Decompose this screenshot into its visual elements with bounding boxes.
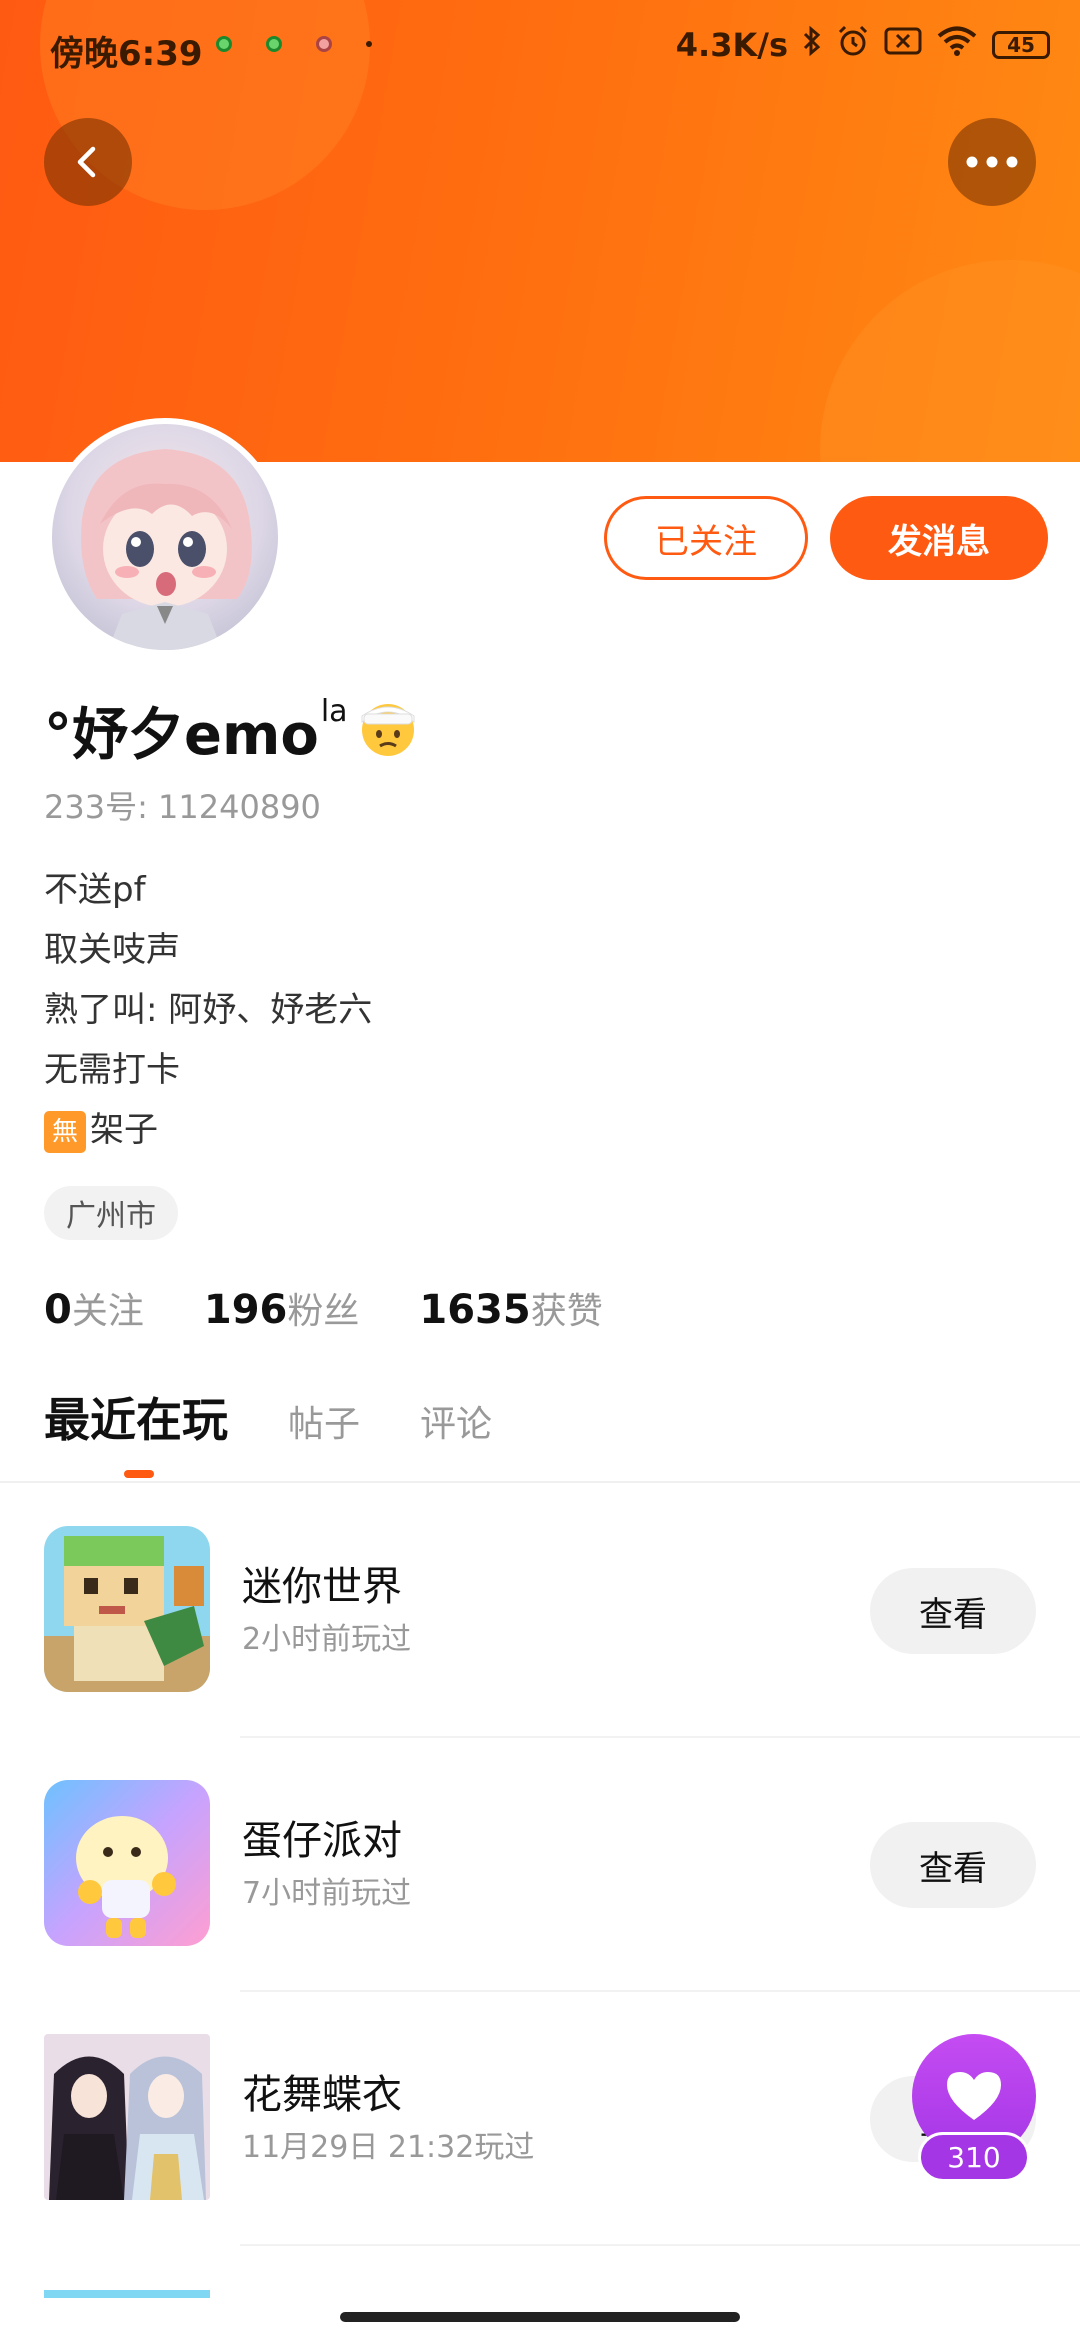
- more-options-button[interactable]: [948, 118, 1036, 206]
- stat-likes: 1635获赞: [419, 1282, 602, 1334]
- more-notifications-icon: [366, 41, 372, 47]
- home-indicator[interactable]: [340, 2312, 740, 2322]
- like-count-badge: 310: [918, 2132, 1030, 2182]
- user-id: 233号: 11240890: [44, 788, 321, 826]
- network-speed: 4.3K/s: [675, 26, 788, 64]
- status-bar: 傍晚6:39 4.3K/s 45: [0, 0, 1080, 95]
- stat-value: 1635: [419, 1287, 531, 1333]
- location-tag: 广州市: [44, 1186, 178, 1240]
- mini-world-game-icon: [44, 1526, 210, 1692]
- avatar-image: [81, 449, 252, 650]
- banner-decoration: [820, 260, 1080, 462]
- game-last-played: 2小时前玩过: [242, 1622, 412, 1657]
- tab-divider: [0, 1481, 1080, 1483]
- username-text: °妤夕emo: [44, 703, 319, 768]
- chevron-left-icon: [77, 146, 96, 178]
- wechat-notification-icon: [216, 36, 232, 52]
- wechat-notification-icon: [266, 36, 282, 52]
- stat-value: 0: [44, 1287, 72, 1333]
- tab-comments[interactable]: 评论: [420, 1395, 492, 1447]
- game-name: 花舞蝶衣: [242, 2072, 402, 2118]
- system-status: 4.3K/s 45: [676, 24, 1050, 66]
- bio: 不送pf 取关吱声 熟了叫: 阿妤、妤老六 无需打卡 無架子: [44, 860, 372, 1160]
- stat-label: 粉丝: [287, 1291, 360, 1332]
- profile-stats: 0关注 196粉丝 1635获赞: [44, 1282, 603, 1334]
- divider: [240, 2244, 1080, 2246]
- eggy-party-game-icon: [44, 1780, 210, 1946]
- view-game-button[interactable]: 查看: [870, 1822, 1036, 1908]
- back-button[interactable]: [44, 118, 132, 206]
- bio-line: 无需打卡: [44, 1050, 180, 1090]
- app-notification-icon: [316, 36, 332, 52]
- list-item[interactable]: 迷你世界 2小时前玩过 查看: [0, 1484, 1080, 1738]
- notification-icons: [216, 36, 372, 52]
- avatar[interactable]: [46, 418, 284, 656]
- list-item[interactable]: 蛋仔派对 7小时前玩过 查看: [0, 1738, 1080, 1992]
- game-name: 蛋仔派对: [242, 1818, 402, 1864]
- battery-icon: 45: [992, 31, 1050, 59]
- bandaged-face-emoji-icon: [356, 696, 420, 760]
- bio-line: 無架子: [44, 1100, 372, 1160]
- active-tab-indicator: [124, 1470, 154, 1478]
- stat-following[interactable]: 0关注: [44, 1282, 144, 1334]
- stat-fans[interactable]: 196粉丝: [204, 1282, 360, 1334]
- stat-value: 196: [203, 1287, 288, 1333]
- sim-disabled-icon: [884, 26, 922, 64]
- game-last-played: 7小时前玩过: [242, 1876, 412, 1911]
- tab-posts[interactable]: 帖子: [288, 1395, 360, 1447]
- status-time: 傍晚6:39: [50, 34, 203, 74]
- username: °妤夕emo la: [44, 690, 420, 771]
- content-tabs: 最近在玩 帖子 评论: [44, 1384, 492, 1450]
- tab-recently-played[interactable]: 最近在玩: [44, 1384, 228, 1450]
- wifi-icon: [936, 25, 978, 65]
- game-name: 迷你世界: [242, 1564, 402, 1610]
- view-game-button[interactable]: 查看: [870, 1568, 1036, 1654]
- bio-line: 取关吱声: [44, 930, 180, 970]
- bluetooth-icon: [802, 25, 822, 65]
- next-list-item-peek: [44, 2290, 210, 2298]
- username-superscript: la: [320, 694, 348, 729]
- stat-label: 获赞: [530, 1291, 603, 1332]
- bio-line: 熟了叫: 阿妤、妤老六: [44, 990, 373, 1030]
- game-last-played: 11月29日 21:32玩过: [242, 2130, 535, 2165]
- bio-line-text: 架子: [90, 1110, 158, 1150]
- free-badge-icon: 無: [44, 1110, 86, 1153]
- alarm-icon: [836, 24, 870, 66]
- flower-dance-game-icon: [44, 2034, 210, 2200]
- heart-icon: [947, 2072, 1001, 2120]
- following-button[interactable]: 已关注: [604, 496, 808, 580]
- stat-label: 关注: [71, 1291, 144, 1332]
- send-message-button[interactable]: 发消息: [830, 496, 1048, 580]
- more-dots-icon: [966, 156, 1018, 168]
- bio-line: 不送pf: [44, 870, 146, 910]
